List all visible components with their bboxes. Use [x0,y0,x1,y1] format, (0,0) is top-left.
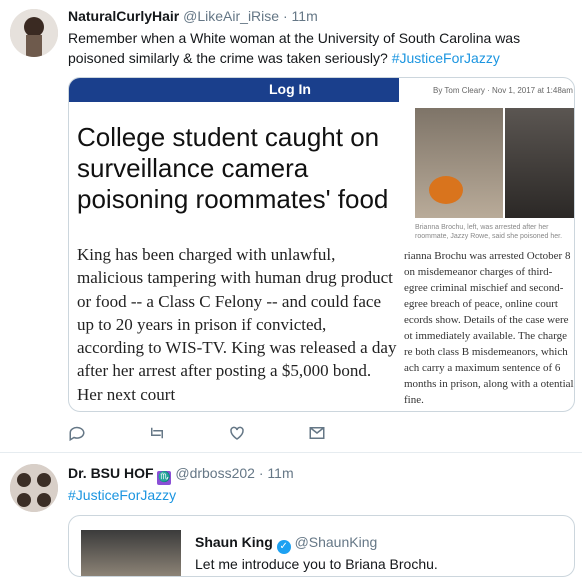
avatar-image [10,464,58,512]
photo-rowe [505,108,574,218]
article-headline: College student caught on surveillance c… [77,122,389,214]
retweet-icon[interactable] [148,424,168,444]
hashtag-link[interactable]: #JusticeForJazzy [392,50,500,66]
timestamp[interactable]: 11m [267,465,293,481]
handle[interactable]: @drboss202 [175,465,255,481]
photo-caption: Brianna Brochu, left, was arrested after… [415,224,563,240]
dm-icon[interactable] [308,424,328,444]
article-byline: By Tom Cleary · Nov 1, 2017 at 1:48am [433,86,573,95]
display-name[interactable]: NaturalCurlyHair [68,8,179,24]
like-icon[interactable] [228,424,248,444]
quoted-tweet[interactable]: Shaun King ✓ @ShaunKing Let me introduce… [68,515,575,577]
nav-login-text: Log In [269,81,311,97]
scorpio-sign-icon: ♏ [157,471,172,485]
display-name[interactable]: Dr. BSU HOF [68,465,154,481]
pumpkin-shape [429,176,463,204]
tweet-text: #JusticeForJazzy [68,485,176,505]
tweet-header: Dr. BSU HOF ♏ @drboss202 · 11m [68,465,294,485]
quoted-handle: @ShaunKing [294,534,378,550]
separator: · [282,8,288,24]
avatar-image [10,9,58,57]
article-text-right: rianna Brochu was arrested October 8 on … [404,250,574,406]
quoted-tweet-header: Shaun King ✓ @ShaunKing [195,534,377,554]
site-nav-bar: Log In [69,78,399,102]
quoted-tweet-text: Let me introduce you to Briana Brochu. [195,556,438,572]
avatar[interactable] [10,464,58,512]
photo-brochu [415,108,503,218]
quoted-tweet-image [81,530,181,576]
handle[interactable]: @LikeAir_iRise [183,8,279,24]
verified-badge-icon: ✓ [276,540,291,554]
tweet-header: NaturalCurlyHair @LikeAir_iRise · 11m [68,8,318,24]
tweet: NaturalCurlyHair @LikeAir_iRise · 11m Re… [0,0,582,452]
separator: · [258,465,264,481]
reply-icon[interactable] [68,424,88,444]
timestamp[interactable]: 11m [292,8,318,24]
hashtag-link[interactable]: #JusticeForJazzy [68,487,176,503]
tweet: Dr. BSU HOF ♏ @drboss202 · 11m #JusticeF… [0,452,582,577]
article-text-left: King has been charged with unlawful, mal… [77,245,397,404]
quoted-display-name: Shaun King [195,534,273,550]
tweet-actions [68,424,348,444]
tweet-media[interactable]: Log In College student caught on surveil… [68,77,575,412]
tweet-text: Remember when a White woman at the Unive… [68,28,568,68]
avatar[interactable] [10,9,58,57]
